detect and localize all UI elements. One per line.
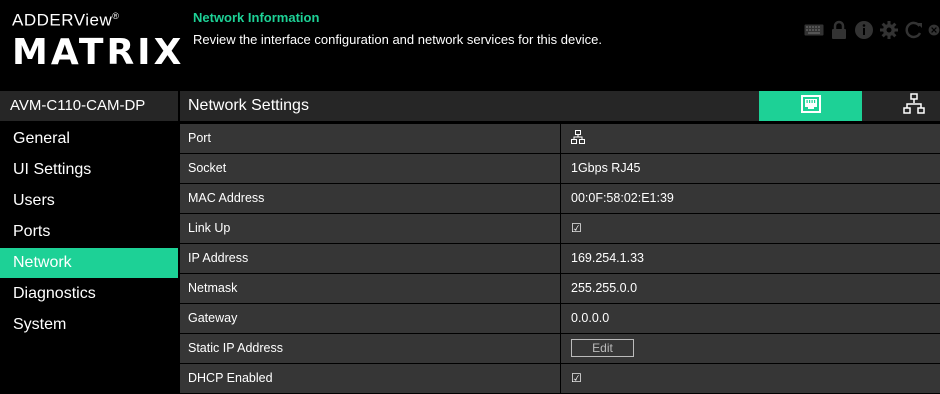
mac-address-value: 00:0F:58:02:E1:39 — [561, 184, 940, 213]
sidebar-item-system[interactable]: System — [0, 310, 178, 340]
socket-value: 1Gbps RJ45 — [561, 154, 940, 183]
settings-icon[interactable] — [878, 19, 900, 41]
static-ip-value: Edit — [561, 334, 940, 363]
tab-ethernet-port[interactable] — [759, 91, 862, 121]
netmask-value: 255.255.0.0 — [561, 274, 940, 303]
port-label: Port — [180, 124, 560, 153]
sidebar-item-ui-settings[interactable]: UI Settings — [0, 155, 178, 185]
table-row-netmask: Netmask 255.255.0.0 — [180, 274, 940, 303]
table-row-gateway: Gateway 0.0.0.0 — [180, 304, 940, 333]
gateway-value: 0.0.0.0 — [561, 304, 940, 333]
table-row-ip: IP Address 169.254.1.33 — [180, 244, 940, 273]
table-row-link-up: Link Up ☑ — [180, 214, 940, 243]
dhcp-enabled-label: DHCP Enabled — [180, 364, 560, 393]
page-header: Network Information Review the interface… — [193, 10, 602, 48]
static-ip-label: Static IP Address — [180, 334, 560, 363]
ethernet-port-icon — [800, 94, 821, 118]
sidebar-item-diagnostics[interactable]: Diagnostics — [0, 279, 178, 309]
edit-static-ip-button[interactable]: Edit — [571, 338, 634, 357]
device-name: AVM-C110-CAM-DP — [0, 91, 178, 121]
table-row-static-ip: Static IP Address Edit — [180, 334, 940, 363]
page-title: Network Information — [193, 10, 320, 25]
link-up-label: Link Up — [180, 214, 560, 243]
sidebar-item-general[interactable]: General — [0, 124, 178, 154]
ip-address-label: IP Address — [180, 244, 560, 273]
logo-product: MATRIX — [12, 31, 185, 73]
table-row-dhcp: DHCP Enabled ☑ — [180, 364, 940, 393]
refresh-icon[interactable] — [903, 19, 925, 41]
network-settings-table: Port Socket 1Gbps RJ45 MAC Address 00:0F… — [180, 124, 940, 394]
network-topology-icon — [903, 92, 925, 120]
sidebar-item-ports[interactable]: Ports — [0, 217, 178, 247]
sidebar-item-network[interactable]: Network — [0, 248, 178, 278]
port-value — [561, 124, 940, 153]
panel-header: Network Settings — [180, 91, 940, 121]
table-row-mac: MAC Address 00:0F:58:02:E1:39 — [180, 184, 940, 213]
sidebar-item-users[interactable]: Users — [0, 186, 178, 216]
info-icon[interactable] — [853, 19, 875, 41]
gateway-label: Gateway — [180, 304, 560, 333]
link-up-checkbox: ☑ — [561, 214, 940, 243]
keyboard-icon[interactable] — [803, 19, 825, 41]
table-row-port: Port — [180, 124, 940, 153]
dhcp-enabled-checkbox: ☑ — [561, 364, 940, 393]
page-description: Review the interface configuration and n… — [193, 32, 602, 47]
logo-brand: ADDERView® — [12, 10, 120, 30]
adderview-matrix-logo: ADDERView® MATRIX — [12, 6, 185, 73]
ip-address-value: 169.254.1.33 — [561, 244, 940, 273]
close-icon[interactable] — [928, 19, 940, 41]
lock-icon[interactable] — [828, 19, 850, 41]
network-icon — [571, 130, 585, 145]
tab-network-topology[interactable] — [888, 91, 940, 121]
panel-title: Network Settings — [188, 97, 309, 114]
sidebar-nav: General UI Settings Users Ports Network … — [0, 124, 178, 341]
netmask-label: Netmask — [180, 274, 560, 303]
table-row-socket: Socket 1Gbps RJ45 — [180, 154, 940, 183]
header-toolbar — [803, 19, 940, 41]
mac-address-label: MAC Address — [180, 184, 560, 213]
socket-label: Socket — [180, 154, 560, 183]
